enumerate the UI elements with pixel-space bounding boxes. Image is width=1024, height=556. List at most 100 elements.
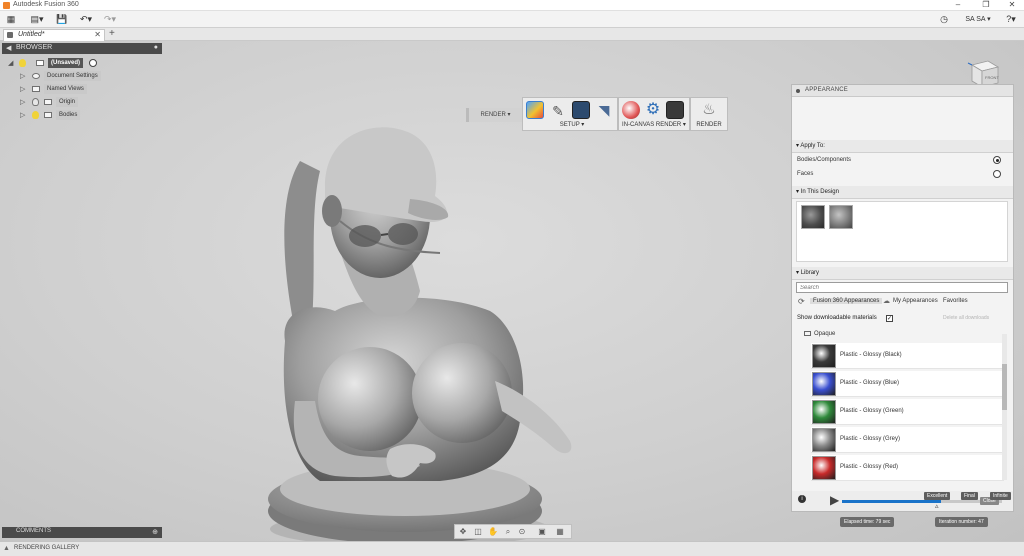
render-quality-fill bbox=[842, 500, 942, 503]
material-row[interactable]: Plastic - Glossy (Black) bbox=[811, 343, 1004, 369]
quality-slider-marker[interactable]: ▵ bbox=[935, 502, 939, 510]
tree-item-origin[interactable]: ▷ Origin bbox=[20, 97, 130, 107]
apply-to-section-header[interactable]: ▾ Apply To: bbox=[792, 140, 1013, 153]
redo-icon[interactable]: ↷▾ bbox=[100, 13, 120, 26]
workspace-switcher[interactable]: RENDER ▾ bbox=[466, 108, 522, 122]
orbit-icon[interactable]: ✥ bbox=[458, 527, 468, 537]
file-menu-icon[interactable]: ▤▾ bbox=[28, 13, 46, 26]
add-comment-icon[interactable]: ⊕ bbox=[152, 528, 158, 536]
collapse-triangle-icon[interactable]: ◀ bbox=[6, 44, 11, 52]
undo-icon[interactable]: ↶▾ bbox=[76, 13, 96, 26]
material-thumbnail[interactable] bbox=[812, 344, 836, 368]
library-search-input[interactable] bbox=[796, 282, 1008, 293]
grid-settings-icon[interactable]: ▦ bbox=[555, 527, 565, 537]
root-label[interactable]: (Unsaved) bbox=[48, 58, 84, 68]
data-panel-grid-icon[interactable]: ▦ bbox=[5, 13, 17, 26]
rendering-gallery-label[interactable]: RENDERING GALLERY bbox=[14, 545, 79, 551]
quality-excellent-label[interactable]: Excellent bbox=[924, 492, 951, 500]
job-status-clock-icon[interactable]: ◷ bbox=[938, 13, 950, 26]
material-list-scrollbar[interactable] bbox=[1002, 334, 1007, 480]
visibility-bulb-icon[interactable] bbox=[32, 111, 39, 119]
tree-item-bodies[interactable]: ▷ Bodies bbox=[20, 110, 130, 120]
info-icon[interactable]: i bbox=[798, 495, 806, 503]
zoom-icon[interactable]: ⌕ bbox=[503, 527, 513, 537]
settings-gear-icon[interactable]: ⚙ bbox=[644, 101, 662, 119]
collapse-icon[interactable]: ◢ bbox=[8, 59, 15, 67]
display-settings-icon[interactable]: ▣ bbox=[537, 527, 547, 537]
look-at-icon[interactable]: ◫ bbox=[473, 527, 483, 537]
gallery-expand-icon[interactable]: ▲ bbox=[3, 545, 10, 552]
maximize-button[interactable]: ❐ bbox=[976, 0, 996, 11]
save-icon[interactable]: 💾 bbox=[56, 13, 68, 26]
design-appearance-swatch[interactable] bbox=[829, 205, 853, 229]
folder-opaque[interactable]: Opaque bbox=[804, 331, 835, 337]
scene-settings-icon[interactable] bbox=[572, 101, 590, 119]
quality-infinite-label[interactable]: Infinite bbox=[990, 492, 1011, 500]
in-this-design-section-header[interactable]: ▾ In This Design bbox=[792, 186, 1013, 199]
decal-icon[interactable]: ◥ bbox=[595, 101, 613, 119]
scrollbar-thumb[interactable] bbox=[1002, 364, 1007, 410]
setup-label[interactable]: SETUP ▾ bbox=[547, 121, 597, 128]
material-thumbnail[interactable] bbox=[812, 400, 836, 424]
comments-panel-header[interactable]: COMMENTS ⊕ bbox=[2, 527, 162, 538]
play-icon[interactable]: ▶ bbox=[830, 494, 839, 506]
document-tab[interactable]: Untitled* ✕ bbox=[3, 29, 105, 41]
in-canvas-render-label[interactable]: IN-CANVAS RENDER ▾ bbox=[619, 121, 689, 128]
tree-item-document-settings[interactable]: ▷ Document Settings bbox=[20, 71, 130, 81]
design-appearance-swatch[interactable] bbox=[801, 205, 825, 229]
texture-map-icon[interactable]: ✎ bbox=[549, 101, 567, 119]
expand-icon[interactable]: ▷ bbox=[20, 98, 27, 106]
material-thumbnail[interactable] bbox=[812, 428, 836, 452]
library-section-header[interactable]: ▾ Library bbox=[792, 267, 1013, 280]
elapsed-time-badge: Elapsed time: 79 sec bbox=[840, 517, 895, 527]
visibility-bulb-icon[interactable] bbox=[32, 98, 39, 106]
apply-to-heading-text: Apply To: bbox=[800, 143, 825, 149]
apply-to-bodies-option[interactable]: Bodies/Components bbox=[797, 154, 1005, 166]
faces-radio[interactable] bbox=[993, 170, 1001, 178]
material-row[interactable]: Plastic - Glossy (Green) bbox=[811, 399, 1004, 425]
render-teapot-icon[interactable]: ♨ bbox=[700, 101, 718, 119]
user-account-menu[interactable]: SA SA ▾ bbox=[962, 13, 994, 26]
material-thumbnail[interactable] bbox=[812, 456, 836, 480]
render-label[interactable]: RENDER bbox=[691, 122, 727, 128]
tree-item-named-views[interactable]: ▷ Named Views bbox=[20, 84, 130, 94]
pan-hand-icon[interactable]: ✋ bbox=[488, 527, 498, 537]
show-downloadable-checkbox[interactable]: ✓ bbox=[886, 315, 893, 322]
activate-radio-icon[interactable] bbox=[89, 59, 97, 67]
document-icon bbox=[7, 32, 13, 38]
quality-final-label[interactable]: Final bbox=[961, 492, 978, 500]
expand-icon[interactable]: ▷ bbox=[20, 85, 27, 93]
fit-zoom-icon[interactable]: ⊙ bbox=[517, 527, 527, 537]
bodies-components-radio[interactable] bbox=[993, 156, 1001, 164]
tab-favorites[interactable]: Favorites bbox=[943, 298, 968, 304]
appearance-title: APPEARANCE bbox=[805, 87, 849, 93]
expand-icon[interactable]: ▷ bbox=[20, 111, 27, 119]
browser-root-node[interactable]: ◢ (Unsaved) bbox=[8, 58, 118, 68]
material-row[interactable]: Plastic - Glossy (Red) bbox=[811, 455, 1004, 481]
material-row[interactable]: Plastic - Glossy (Grey) bbox=[811, 427, 1004, 453]
material-row[interactable]: Plastic - Glossy (Blue) bbox=[811, 371, 1004, 397]
pin-icon[interactable]: ● bbox=[154, 44, 158, 51]
close-tab-icon[interactable]: ✕ bbox=[94, 30, 101, 39]
appearance-panel-header[interactable]: APPEARANCE bbox=[792, 85, 1013, 97]
window-title: Autodesk Fusion 360 bbox=[13, 1, 79, 8]
in-canvas-render-icon[interactable] bbox=[622, 101, 640, 119]
panel-menu-dot-icon[interactable] bbox=[796, 89, 800, 93]
visibility-bulb-icon[interactable] bbox=[19, 59, 26, 67]
capture-image-icon[interactable] bbox=[666, 101, 684, 119]
close-button[interactable]: ✕ bbox=[1002, 0, 1022, 11]
new-tab-icon[interactable]: + bbox=[109, 28, 115, 39]
folder-icon bbox=[804, 331, 811, 336]
refresh-icon[interactable]: ⟳ bbox=[798, 297, 805, 306]
minimize-button[interactable]: – bbox=[948, 0, 968, 11]
apply-to-faces-option[interactable]: Faces bbox=[797, 168, 1005, 180]
help-icon[interactable]: ?▾ bbox=[1004, 13, 1018, 26]
delete-all-downloads-button[interactable]: Delete all downloads bbox=[943, 315, 989, 321]
material-thumbnail[interactable] bbox=[812, 372, 836, 396]
expand-icon[interactable]: ▷ bbox=[20, 72, 27, 80]
browser-panel-header[interactable]: ◀ BROWSER ● bbox=[2, 43, 162, 54]
tab-fusion-appearances[interactable]: Fusion 360 Appearances bbox=[810, 298, 883, 304]
render-quality-track[interactable] bbox=[842, 500, 1002, 503]
appearance-icon[interactable] bbox=[526, 101, 544, 119]
tab-my-appearances[interactable]: My Appearances bbox=[893, 298, 938, 304]
